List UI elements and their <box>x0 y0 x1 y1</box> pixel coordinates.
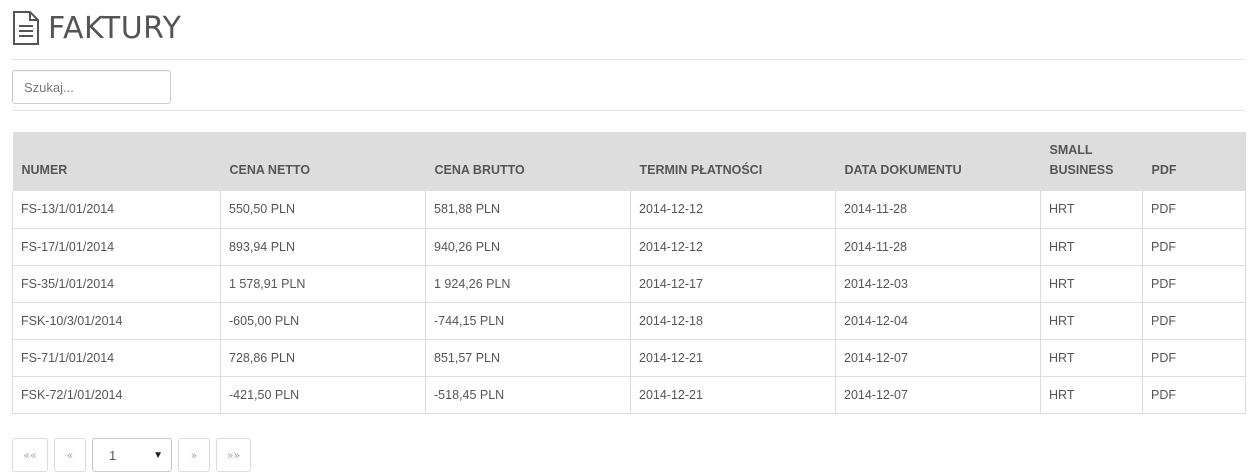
cell-cena-netto: 728,86 PLN <box>220 338 426 377</box>
cell-small-business: HRT <box>1040 264 1143 303</box>
cell-numer: FS-17/1/01/2014 <box>12 227 221 266</box>
cell-numer: FSK-72/1/01/2014 <box>12 375 221 414</box>
table-row[interactable]: FS-13/1/01/2014 550,50 PLN 581,88 PLN 20… <box>12 191 1246 229</box>
cell-data: 2014-12-07 <box>835 375 1041 414</box>
cell-small-business: HRT <box>1040 338 1143 377</box>
cell-termin: 2014-12-12 <box>630 227 836 266</box>
document-icon <box>13 11 39 45</box>
pdf-link[interactable]: PDF <box>1142 227 1246 266</box>
cell-small-business: HRT <box>1040 227 1143 266</box>
divider <box>12 59 1245 60</box>
pagination: «« « 1 ▼ » »» <box>12 438 251 472</box>
column-header-termin-platnosci[interactable]: TERMIN PŁATNOŚCI <box>631 132 836 191</box>
table-row[interactable]: FSK-10/3/01/2014 -605,00 PLN -744,15 PLN… <box>12 301 1246 340</box>
pdf-link[interactable]: PDF <box>1142 375 1246 414</box>
prev-page-button[interactable]: « <box>54 438 86 472</box>
pdf-link[interactable]: PDF <box>1142 191 1246 229</box>
pdf-link[interactable]: PDF <box>1142 264 1246 303</box>
page-select[interactable]: 1 ▼ <box>92 438 172 472</box>
cell-termin: 2014-12-18 <box>630 301 836 340</box>
column-header-cena-brutto[interactable]: CENA BRUTTO <box>426 132 631 191</box>
cell-cena-netto: 1 578,91 PLN <box>220 264 426 303</box>
cell-small-business: HRT <box>1040 191 1143 229</box>
column-header-data-dokumentu[interactable]: DATA DOKUMENTU <box>836 132 1041 191</box>
invoices-table: NUMER CENA NETTO CENA BRUTTO TERMIN PŁAT… <box>12 132 1246 414</box>
column-header-pdf[interactable]: PDF <box>1143 132 1246 191</box>
cell-termin: 2014-12-21 <box>630 375 836 414</box>
cell-numer: FS-13/1/01/2014 <box>12 191 221 229</box>
pdf-link[interactable]: PDF <box>1142 338 1246 377</box>
cell-data: 2014-12-04 <box>835 301 1041 340</box>
cell-cena-brutto: 851,57 PLN <box>425 338 631 377</box>
cell-cena-brutto: 1 924,26 PLN <box>425 264 631 303</box>
next-page-button[interactable]: » <box>178 438 210 472</box>
cell-numer: FSK-10/3/01/2014 <box>12 301 221 340</box>
cell-numer: FS-35/1/01/2014 <box>12 264 221 303</box>
cell-data: 2014-11-28 <box>835 191 1041 229</box>
cell-numer: FS-71/1/01/2014 <box>12 338 221 377</box>
search-input[interactable] <box>12 70 171 104</box>
column-header-small-business[interactable]: SMALL BUSINESS <box>1041 132 1143 191</box>
page-title: FAKTURY <box>48 10 182 46</box>
cell-cena-brutto: -744,15 PLN <box>425 301 631 340</box>
caret-down-icon: ▼ <box>153 449 163 461</box>
page-header: FAKTURY <box>12 8 181 48</box>
table-row[interactable]: FSK-72/1/01/2014 -421,50 PLN -518,45 PLN… <box>12 375 1246 414</box>
pdf-link[interactable]: PDF <box>1142 301 1246 340</box>
first-page-button[interactable]: «« <box>12 438 48 472</box>
table-row[interactable]: FS-35/1/01/2014 1 578,91 PLN 1 924,26 PL… <box>12 264 1246 303</box>
last-page-button[interactable]: »» <box>216 438 251 472</box>
cell-data: 2014-12-03 <box>835 264 1041 303</box>
cell-data: 2014-11-28 <box>835 227 1041 266</box>
cell-small-business: HRT <box>1040 375 1143 414</box>
column-header-numer[interactable]: NUMER <box>13 132 221 191</box>
cell-termin: 2014-12-21 <box>630 338 836 377</box>
table-row[interactable]: FS-71/1/01/2014 728,86 PLN 851,57 PLN 20… <box>12 338 1246 377</box>
divider <box>12 110 1245 111</box>
page-select-value: 1 <box>109 447 117 463</box>
column-header-cena-netto[interactable]: CENA NETTO <box>221 132 426 191</box>
cell-termin: 2014-12-12 <box>630 191 836 229</box>
cell-data: 2014-12-07 <box>835 338 1041 377</box>
cell-cena-netto: -605,00 PLN <box>220 301 426 340</box>
cell-cena-brutto: 940,26 PLN <box>425 227 631 266</box>
cell-small-business: HRT <box>1040 301 1143 340</box>
table-row[interactable]: FS-17/1/01/2014 893,94 PLN 940,26 PLN 20… <box>12 227 1246 266</box>
cell-cena-netto: 893,94 PLN <box>220 227 426 266</box>
cell-cena-netto: -421,50 PLN <box>220 375 426 414</box>
table-header-row: NUMER CENA NETTO CENA BRUTTO TERMIN PŁAT… <box>12 132 1246 191</box>
cell-cena-brutto: 581,88 PLN <box>425 191 631 229</box>
cell-termin: 2014-12-17 <box>630 264 836 303</box>
cell-cena-netto: 550,50 PLN <box>220 191 426 229</box>
cell-cena-brutto: -518,45 PLN <box>425 375 631 414</box>
